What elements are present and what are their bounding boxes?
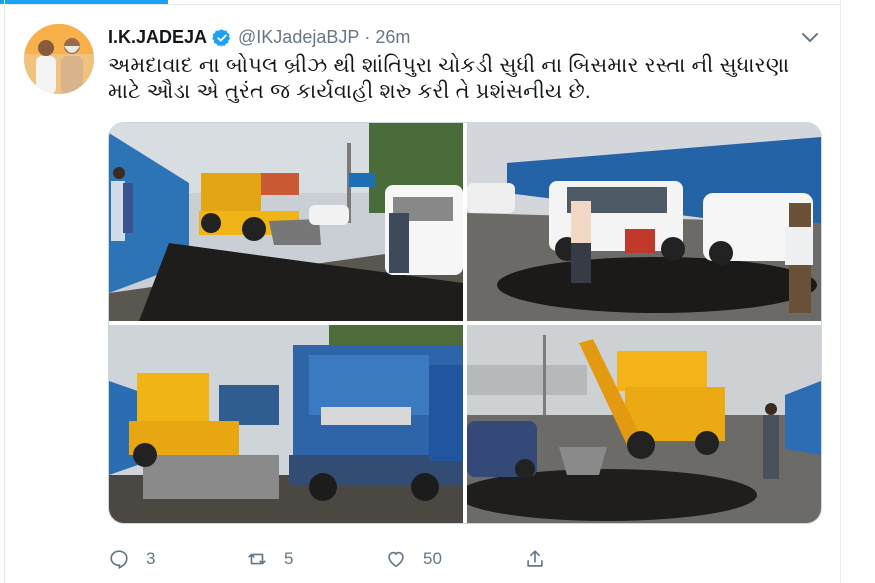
share-icon: [527, 550, 543, 567]
like-button[interactable]: 50: [385, 544, 442, 574]
verified-badge-icon: [212, 28, 231, 47]
author-name[interactable]: I.K.JADEJA: [108, 27, 207, 48]
separator-dot: ·: [364, 27, 371, 47]
tweet-text-line-1: અમદાવાદ ના બોપલ બ્રીઝ થી શાંતિપુરા ચોકડી…: [108, 54, 790, 77]
tweet-timestamp[interactable]: 26m: [375, 27, 410, 48]
reply-button[interactable]: 3: [108, 544, 155, 574]
chevron-down-icon[interactable]: [800, 30, 820, 46]
author-handle[interactable]: @IKJadejaBJP: [238, 27, 359, 48]
photo-3[interactable]: [109, 325, 463, 523]
avatar[interactable]: [24, 24, 94, 94]
photo-4[interactable]: [467, 325, 821, 523]
top-divider: [0, 4, 840, 5]
like-count: 50: [423, 549, 442, 568]
retweet-count: 5: [284, 549, 294, 568]
tweet-text: અમદાવાદ ના બોપલ બ્રીઝ થી શાંતિપુરા ચોકડી…: [108, 53, 808, 105]
tweet-header: I.K.JADEJA @IKJadejaBJP · 26m: [108, 27, 410, 48]
share-button[interactable]: [524, 544, 546, 574]
retweet-icon: [248, 553, 266, 565]
reply-icon: [110, 550, 128, 570]
photo-2[interactable]: [467, 123, 821, 321]
right-divider: [840, 0, 841, 583]
left-divider: [4, 0, 5, 583]
avatar-image: [24, 24, 94, 94]
heart-icon: [388, 551, 404, 568]
reply-count: 3: [146, 549, 156, 568]
photo-1[interactable]: [109, 123, 463, 321]
tweet-text-line-2: માટે ઔડા એ તુરંત જ કાર્યવાહી શરુ કરી તે …: [108, 80, 591, 103]
media-grid: [108, 122, 822, 524]
retweet-button[interactable]: 5: [246, 544, 293, 574]
